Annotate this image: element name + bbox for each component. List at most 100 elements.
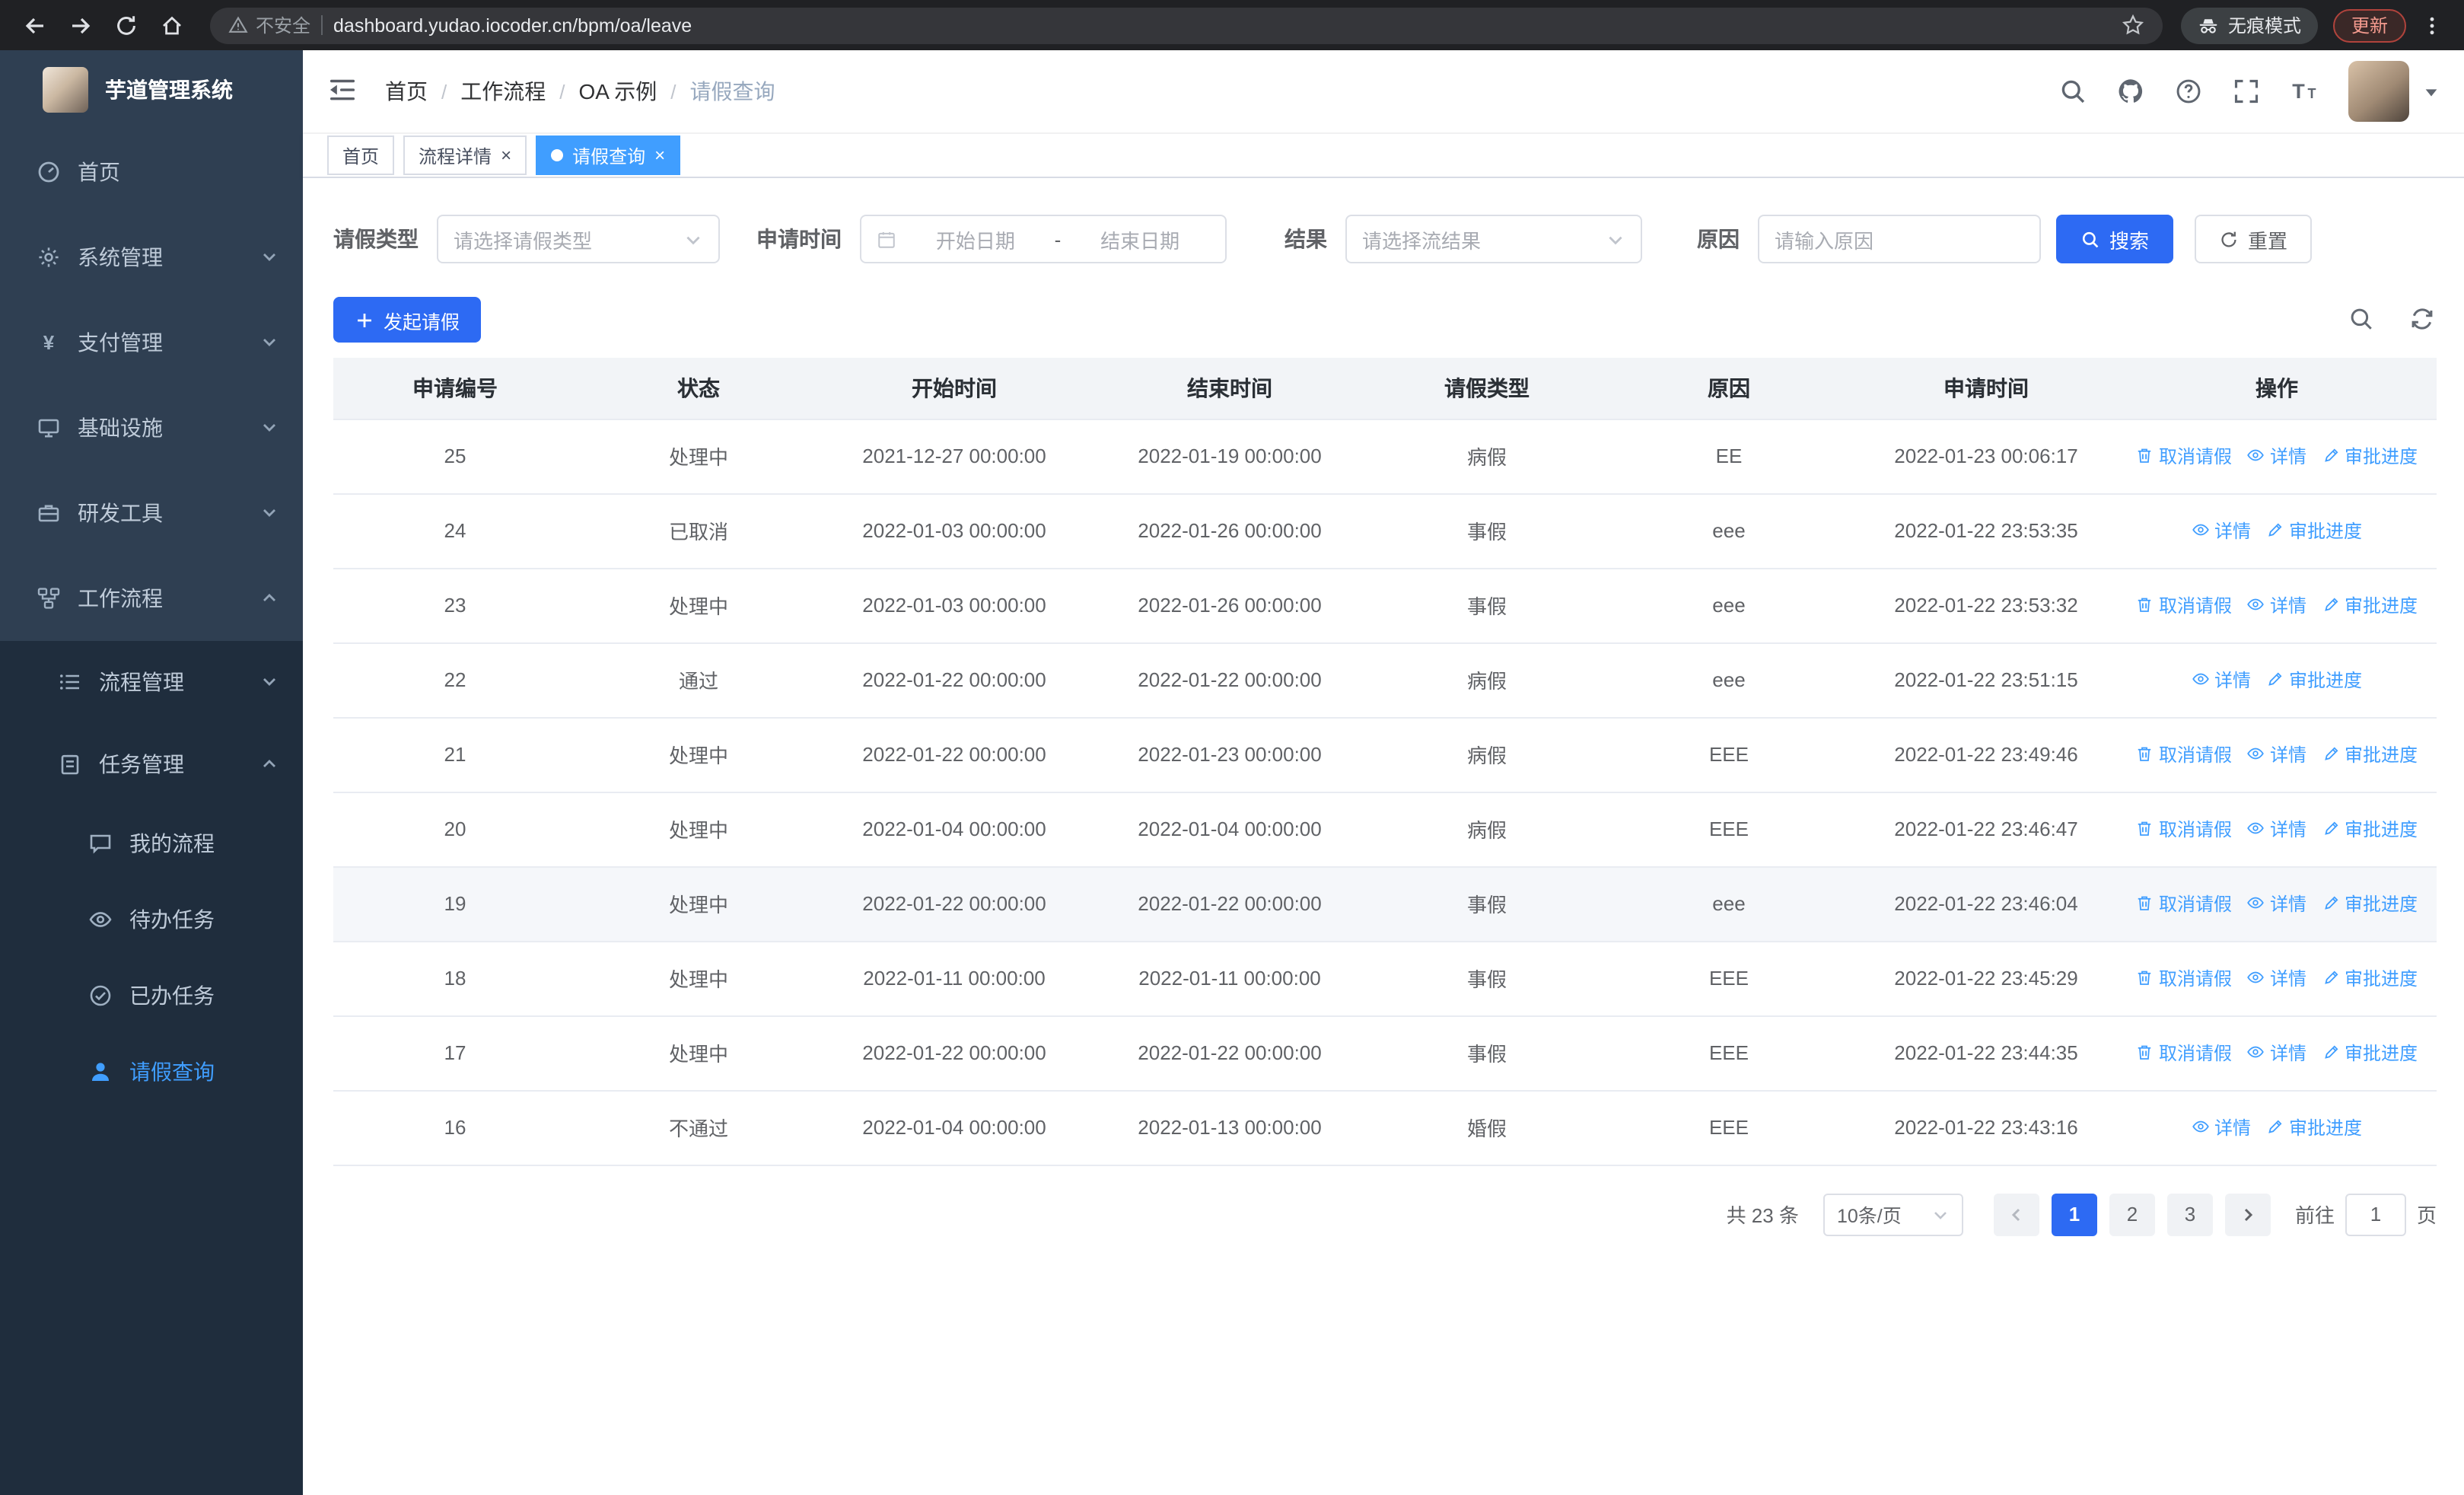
cell-apply-time: 2022-01-22 23:46:47 — [1855, 792, 2117, 867]
sidebar-logo[interactable]: 芋道管理系统 — [0, 50, 303, 129]
sidebar-item-task-mgmt[interactable]: 任务管理 — [0, 723, 303, 805]
sidebar-item-infra[interactable]: 基础设施 — [0, 385, 303, 470]
detail-link[interactable]: 详情 — [2247, 965, 2306, 991]
update-button[interactable]: 更新 — [2332, 8, 2406, 42]
address-bar[interactable]: 不安全 dashboard.yudao.iocoder.cn/bpm/oa/le… — [210, 7, 2163, 43]
approval-progress-link[interactable]: 审批进度 — [2266, 667, 2362, 693]
approval-progress-link[interactable]: 审批进度 — [2266, 1114, 2362, 1140]
sidebar-collapse-icon[interactable] — [327, 75, 361, 108]
cancel-leave-link[interactable]: 取消请假 — [2136, 592, 2232, 618]
cell-leave-type: 病假 — [1371, 717, 1603, 792]
trash-icon — [2138, 897, 2152, 911]
approval-progress-link[interactable]: 审批进度 — [2322, 965, 2418, 991]
sidebar-item-system[interactable]: 系统管理 — [0, 215, 303, 300]
cancel-leave-link[interactable]: 取消请假 — [2136, 1040, 2232, 1066]
sidebar-item-home[interactable]: 首页 — [0, 129, 303, 215]
chevron-down-icon — [683, 229, 703, 249]
detail-link[interactable]: 详情 — [2192, 518, 2251, 543]
user-icon — [88, 1060, 113, 1084]
edit-icon — [2324, 897, 2338, 910]
tab-home[interactable]: 首页 — [327, 135, 395, 175]
tab-label: 请假查询 — [572, 145, 646, 167]
sidebar-item-label: 工作流程 — [78, 586, 163, 610]
security-warning[interactable]: 不安全 — [228, 12, 310, 38]
breadcrumb-home[interactable]: 首页 — [385, 76, 428, 107]
toggle-search-icon[interactable] — [2348, 306, 2376, 333]
approval-progress-link[interactable]: 审批进度 — [2322, 443, 2418, 469]
page-button-1[interactable]: 1 — [2051, 1193, 2097, 1235]
sidebar-item-workflow[interactable]: 工作流程 — [0, 556, 303, 641]
breadcrumb-workflow[interactable]: 工作流程 — [460, 76, 546, 107]
prev-page-button[interactable] — [1993, 1193, 2039, 1235]
detail-link[interactable]: 详情 — [2247, 741, 2306, 767]
page-size-select[interactable]: 10条/页 — [1823, 1193, 1963, 1235]
goto-page-input[interactable] — [2345, 1193, 2406, 1235]
clipboard-icon — [58, 752, 82, 776]
breadcrumb-oa-example[interactable]: OA 示例 — [579, 76, 657, 107]
github-icon[interactable] — [2105, 65, 2157, 117]
bookmark-star-icon[interactable] — [2122, 14, 2144, 37]
detail-link[interactable]: 详情 — [2247, 891, 2306, 916]
browser-reload-icon[interactable] — [107, 5, 146, 45]
sidebar-item-todo-tasks[interactable]: 待办任务 — [0, 881, 303, 958]
user-avatar[interactable] — [2348, 61, 2409, 122]
browser-forward-icon[interactable] — [61, 5, 100, 45]
cell-leave-type: 病假 — [1371, 792, 1603, 867]
table-row: 18 处理中 2022-01-11 00:00:00 2022-01-11 00:00… — [333, 941, 2437, 1016]
detail-link[interactable]: 详情 — [2247, 816, 2306, 842]
table-row: 22 通过 2022-01-22 00:00:00 2022-01-22 00:00:… — [333, 642, 2437, 718]
close-icon[interactable]: × — [501, 146, 511, 164]
font-size-icon[interactable]: TT — [2278, 65, 2330, 117]
cell-apply-id: 16 — [333, 1090, 577, 1165]
detail-link[interactable]: 详情 — [2247, 592, 2306, 618]
browser-menu-icon[interactable] — [2415, 8, 2449, 42]
reason-input[interactable]: 请输入原因 — [1758, 215, 2041, 263]
cancel-leave-link[interactable]: 取消请假 — [2136, 741, 2232, 767]
approval-progress-link[interactable]: 审批进度 — [2322, 1040, 2418, 1066]
sidebar-item-done-tasks[interactable]: 已办任务 — [0, 958, 303, 1034]
browser-back-icon[interactable] — [15, 5, 55, 45]
sidebar-item-devtools[interactable]: 研发工具 — [0, 470, 303, 556]
sidebar-item-label: 首页 — [78, 160, 120, 184]
leave-type-select[interactable]: 请选择请假类型 — [437, 215, 720, 263]
reset-button[interactable]: 重置 — [2195, 215, 2313, 263]
page-button-3[interactable]: 3 — [2166, 1193, 2213, 1235]
leave-table-body: 25 处理中 2021-12-27 00:00:00 2022-01-19 00:00… — [333, 419, 2437, 1165]
detail-link[interactable]: 详情 — [2192, 667, 2251, 693]
sidebar-item-process-mgmt[interactable]: 流程管理 — [0, 641, 303, 723]
search-icon[interactable] — [2047, 65, 2099, 117]
create-leave-button[interactable]: 发起请假 — [333, 297, 482, 343]
detail-link[interactable]: 详情 — [2247, 1040, 2306, 1066]
detail-link[interactable]: 详情 — [2247, 443, 2306, 469]
col-leave-type: 请假类型 — [1371, 358, 1603, 419]
apply-time-range-picker[interactable]: 开始日期 - 结束日期 — [860, 215, 1227, 263]
sidebar-item-leave-query[interactable]: 请假查询 — [0, 1034, 303, 1110]
help-icon[interactable] — [2163, 65, 2214, 117]
approval-progress-link[interactable]: 审批进度 — [2322, 816, 2418, 842]
fullscreen-icon[interactable] — [2220, 65, 2272, 117]
browser-home-icon[interactable] — [152, 5, 192, 45]
sidebar-item-my-process[interactable]: 我的流程 — [0, 805, 303, 881]
chevron-down-icon — [260, 673, 279, 691]
approval-progress-link[interactable]: 审批进度 — [2322, 592, 2418, 618]
cancel-leave-link[interactable]: 取消请假 — [2136, 891, 2232, 916]
cancel-leave-link[interactable]: 取消请假 — [2136, 816, 2232, 842]
approval-progress-link[interactable]: 审批进度 — [2322, 891, 2418, 916]
close-icon[interactable]: × — [654, 146, 665, 164]
next-page-button[interactable] — [2224, 1193, 2271, 1235]
refresh-table-icon[interactable] — [2409, 306, 2437, 333]
approval-progress-link[interactable]: 审批进度 — [2266, 518, 2362, 543]
search-button[interactable]: 搜索 — [2056, 215, 2174, 263]
table-row: 16 不通过 2022-01-04 00:00:00 2022-01-13 00:00… — [333, 1090, 2437, 1165]
tab-process-detail[interactable]: 流程详情 × — [403, 135, 527, 175]
tab-leave-query[interactable]: 请假查询 × — [536, 135, 681, 175]
cancel-leave-link[interactable]: 取消请假 — [2136, 965, 2232, 991]
result-select[interactable]: 请选择流结果 — [1345, 215, 1642, 263]
cancel-leave-link[interactable]: 取消请假 — [2136, 443, 2232, 469]
avatar-caret-icon[interactable] — [2423, 83, 2440, 100]
url-text[interactable]: dashboard.yudao.iocoder.cn/bpm/oa/leave — [333, 14, 2111, 36]
page-button-2[interactable]: 2 — [2109, 1193, 2155, 1235]
approval-progress-link[interactable]: 审批进度 — [2322, 741, 2418, 767]
sidebar-item-payment[interactable]: ¥ 支付管理 — [0, 300, 303, 385]
detail-link[interactable]: 详情 — [2192, 1114, 2251, 1140]
